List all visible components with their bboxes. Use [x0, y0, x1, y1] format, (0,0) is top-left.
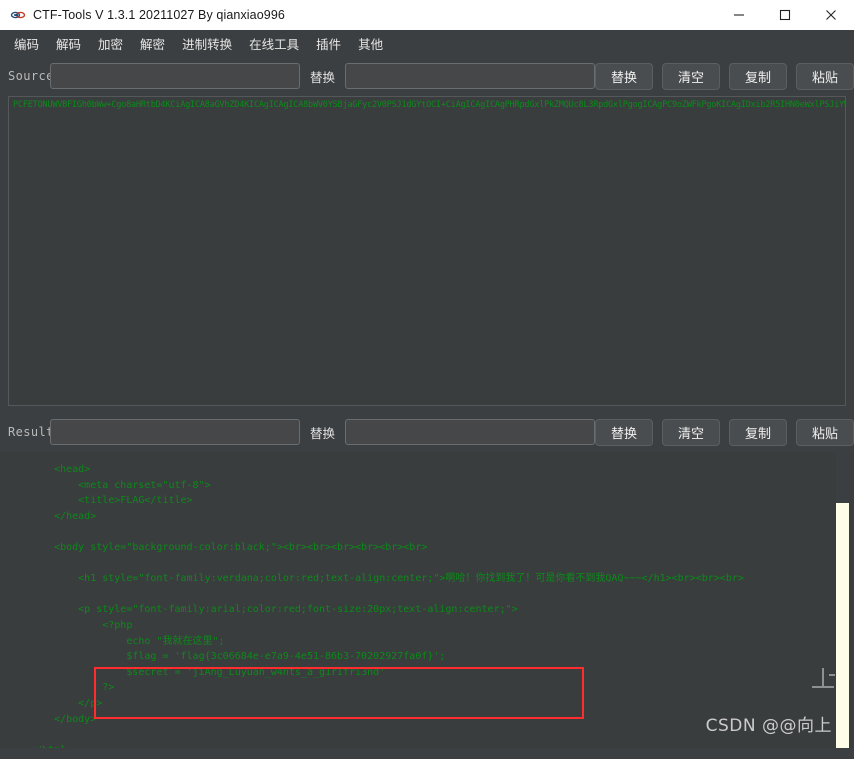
source-button-group: 替换 清空 复制 粘贴 — [595, 62, 854, 90]
result-find-input[interactable] — [50, 419, 300, 445]
menu-other[interactable]: 其他 — [350, 31, 391, 56]
scroll-corner-tick — [829, 674, 835, 676]
menu-decrypt[interactable]: 解密 — [132, 31, 173, 56]
result-area: <head> <meta charset="utf-8"> <title>FLA… — [0, 452, 854, 748]
menu-base-convert[interactable]: 进制转换 — [174, 31, 240, 56]
scroll-corner-horizontal — [812, 686, 834, 688]
menu-decode[interactable]: 解码 — [48, 31, 89, 56]
window-titlebar: CTF-Tools V 1.3.1 20211027 By qianxiao99… — [0, 0, 854, 30]
result-replace-button[interactable]: 替换 — [595, 418, 654, 446]
result-copy-button[interactable]: 复制 — [729, 418, 788, 446]
menu-encrypt[interactable]: 加密 — [90, 31, 131, 56]
source-replace-input[interactable] — [345, 63, 596, 89]
result-clear-button[interactable]: 清空 — [662, 418, 721, 446]
source-copy-button[interactable]: 复制 — [729, 62, 788, 90]
minimize-button[interactable] — [716, 0, 762, 30]
source-clear-button[interactable]: 清空 — [662, 62, 721, 90]
source-code-text: PCFETONUWVBFIGh0bWw+Cgo8aHRtbD4KCiAgICA8… — [13, 100, 845, 110]
menu-encode[interactable]: 编码 — [6, 31, 47, 56]
result-toolbar: Result 替换 替换 清空 复制 粘贴 — [0, 412, 854, 452]
vertical-scrollbar[interactable] — [836, 503, 849, 748]
source-replace-button[interactable]: 替换 — [595, 62, 654, 90]
result-button-group: 替换 清空 复制 粘贴 — [595, 418, 854, 446]
menubar: 编码 解码 加密 解密 进制转换 在线工具 插件 其他 — [0, 30, 854, 56]
window-title: CTF-Tools V 1.3.1 20211027 By qianxiao99… — [33, 8, 285, 22]
app-body: Source 替换 替换 清空 复制 粘贴 PCFETONUWVBFIGh0bW… — [0, 56, 854, 759]
scroll-corner-vertical — [822, 668, 824, 688]
source-label: Source — [8, 69, 54, 83]
menu-online-tools[interactable]: 在线工具 — [241, 31, 307, 56]
result-replace-input[interactable] — [345, 419, 596, 445]
result-replace-label: 替换 — [310, 425, 336, 441]
result-textarea[interactable]: <head> <meta charset="utf-8"> <title>FLA… — [8, 452, 836, 748]
maximize-button[interactable] — [762, 0, 808, 30]
link-icon — [10, 7, 26, 23]
menu-plugins[interactable]: 插件 — [308, 31, 349, 56]
result-paste-button[interactable]: 粘贴 — [796, 418, 854, 446]
close-button[interactable] — [808, 0, 854, 30]
source-toolbar: Source 替换 替换 清空 复制 粘贴 — [0, 56, 854, 96]
source-paste-button[interactable]: 粘贴 — [796, 62, 854, 90]
window-controls — [716, 0, 854, 30]
source-textarea[interactable]: PCFETONUWVBFIGh0bWw+Cgo8aHRtbD4KCiAgICA8… — [8, 96, 846, 406]
strip-gap — [836, 452, 849, 503]
source-replace-label: 替换 — [310, 69, 336, 85]
source-find-input[interactable] — [50, 63, 300, 89]
watermark: CSDN @@向上 — [705, 716, 832, 736]
result-code-text: <head> <meta charset="utf-8"> <title>FLA… — [30, 464, 744, 748]
result-label: Result — [8, 425, 54, 439]
